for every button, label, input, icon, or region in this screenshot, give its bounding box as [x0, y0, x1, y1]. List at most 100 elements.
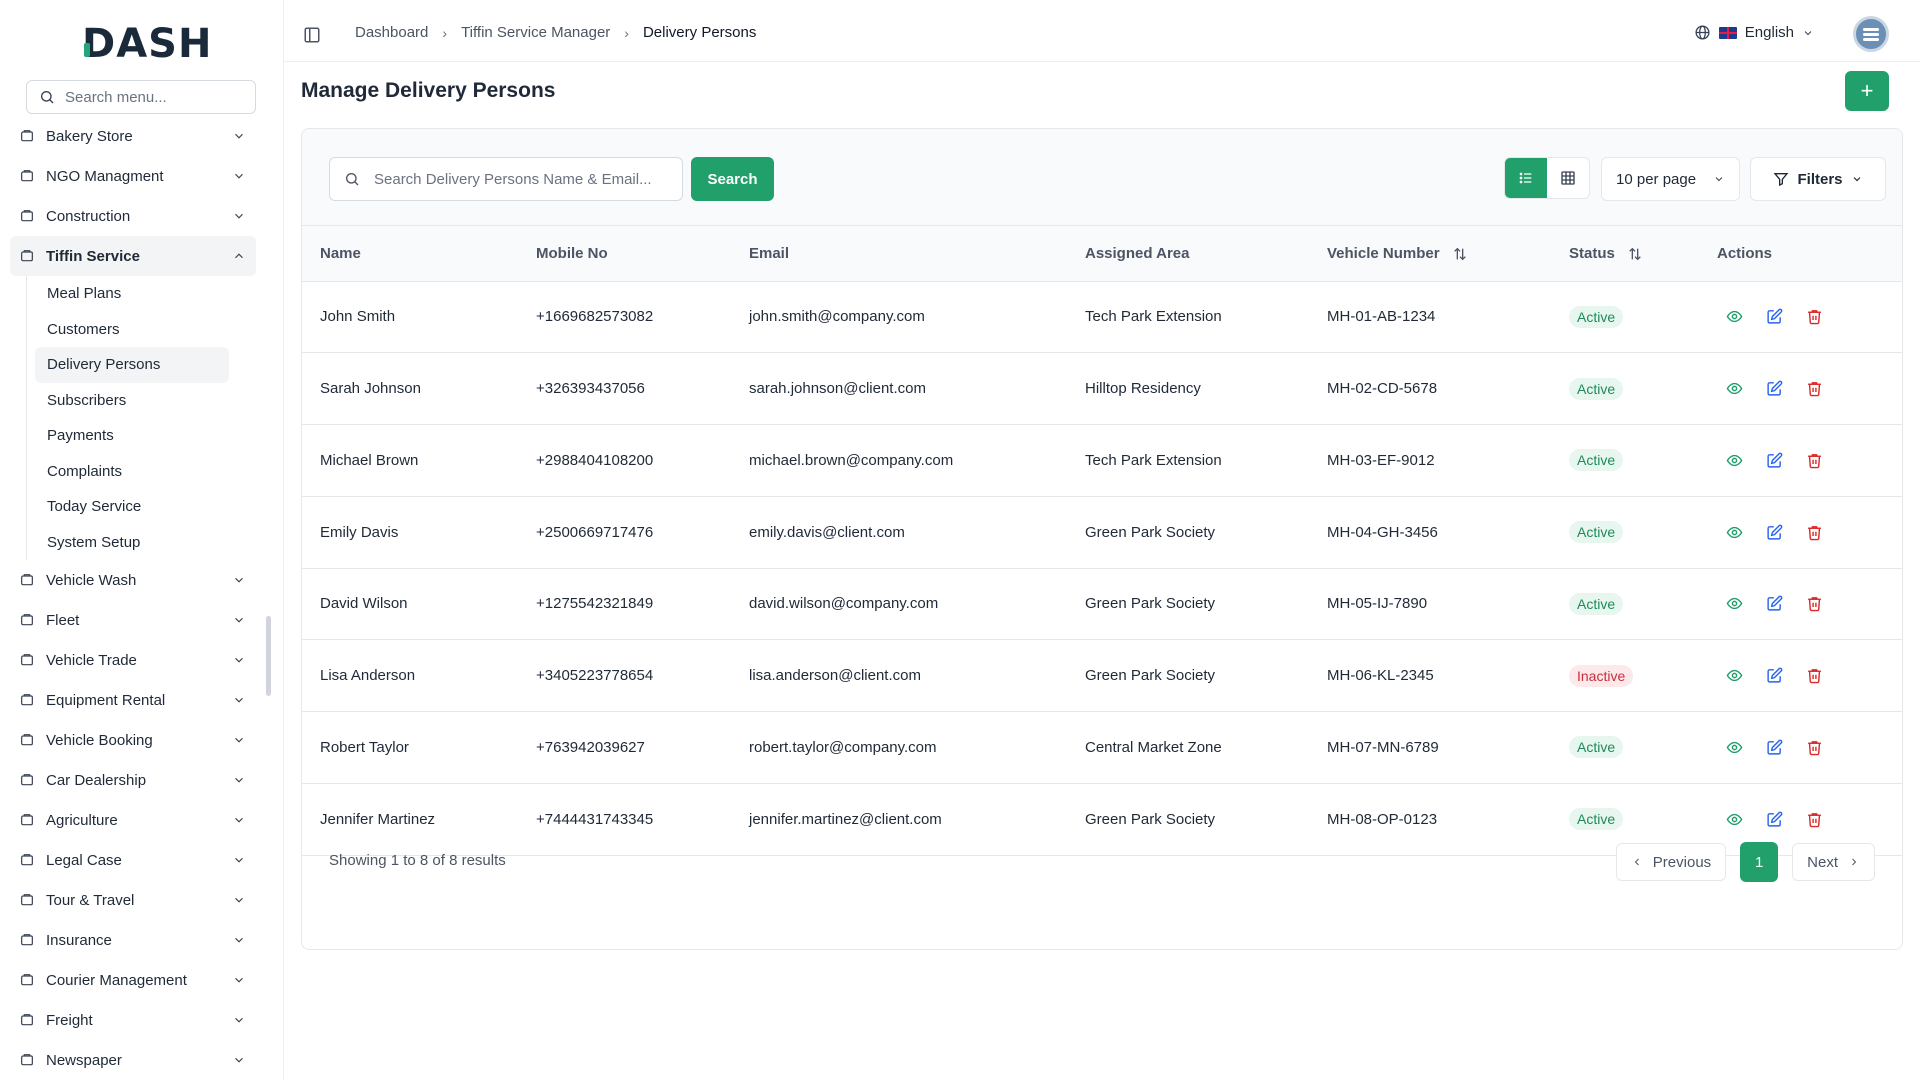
- list-view-button[interactable]: [1505, 158, 1547, 198]
- cell-area: Tech Park Extension: [1085, 451, 1222, 469]
- edit-button[interactable]: [1763, 449, 1785, 471]
- table-search[interactable]: [329, 157, 683, 201]
- delete-button[interactable]: [1803, 378, 1825, 400]
- sidebar-search-input[interactable]: [65, 88, 235, 106]
- sidebar-item-fleet[interactable]: Fleet: [10, 600, 256, 640]
- submenu-item-subscribers[interactable]: Subscribers: [35, 383, 229, 419]
- view-button[interactable]: [1723, 665, 1745, 687]
- breadcrumb-tiffin-service-manager[interactable]: Tiffin Service Manager: [461, 24, 610, 41]
- delete-button[interactable]: [1803, 521, 1825, 543]
- chevron-down-icon: [235, 897, 243, 903]
- column-status[interactable]: Status: [1551, 226, 1699, 281]
- table-search-input[interactable]: [374, 170, 664, 188]
- tiffin-icon: [18, 247, 36, 265]
- sidebar-item-freight[interactable]: Freight: [10, 1000, 256, 1040]
- delete-button[interactable]: [1803, 306, 1825, 328]
- column-status-label: Status: [1569, 244, 1615, 262]
- delete-button[interactable]: [1803, 449, 1825, 471]
- booking-icon: [18, 731, 36, 749]
- sidebar-item-tiffin-service[interactable]: Tiffin Service: [10, 236, 256, 276]
- sidebar-item-tour-travel[interactable]: Tour & Travel: [10, 880, 256, 920]
- sidebar-menu: Bakery Store NGO Managment Construction Tif…: [10, 116, 256, 1080]
- next-button[interactable]: Next: [1792, 843, 1875, 881]
- chevron-right-icon: ›: [442, 24, 448, 41]
- grid-view-button[interactable]: [1547, 158, 1589, 198]
- delete-button[interactable]: [1803, 665, 1825, 687]
- sidebar-item-ngo-managment[interactable]: NGO Managment: [10, 156, 256, 196]
- view-button[interactable]: [1723, 521, 1745, 543]
- column-actions-label: Actions: [1717, 244, 1773, 262]
- chevron-down-icon: [235, 617, 243, 623]
- view-button[interactable]: [1723, 449, 1745, 471]
- sidebar-item-vehicle-booking[interactable]: Vehicle Booking: [10, 720, 256, 760]
- trash-icon: [1807, 741, 1821, 756]
- sidebar-item-label: Fleet: [46, 611, 80, 629]
- submenu-item-meal-plans[interactable]: Meal Plans: [35, 276, 229, 312]
- user-avatar[interactable]: [1853, 16, 1889, 52]
- edit-button[interactable]: [1763, 378, 1785, 400]
- previous-button[interactable]: Previous: [1615, 843, 1727, 881]
- dash-logo[interactable]: DASH: [82, 21, 212, 67]
- view-button[interactable]: [1723, 306, 1745, 328]
- sort-icon[interactable]: [1627, 246, 1643, 262]
- per-page-select[interactable]: 10 per page: [1601, 157, 1740, 201]
- sidebar-item-vehicle-wash[interactable]: Vehicle Wash: [10, 560, 256, 600]
- page-number-button[interactable]: 1: [1740, 842, 1779, 882]
- sort-icon[interactable]: [1452, 246, 1468, 262]
- cell-mobile: +3405223778654: [536, 667, 654, 685]
- sidebar-search[interactable]: [26, 80, 256, 114]
- sidebar-item-equipment-rental[interactable]: Equipment Rental: [10, 680, 256, 720]
- sidebar-item-bakery-store[interactable]: Bakery Store: [10, 116, 256, 156]
- edit-button[interactable]: [1763, 665, 1785, 687]
- edit-button[interactable]: [1763, 593, 1785, 615]
- breadcrumb-dashboard[interactable]: Dashboard: [355, 24, 428, 41]
- sidebar-item-newspaper[interactable]: Newspaper: [10, 1040, 256, 1080]
- view-eye-icon: [1726, 598, 1742, 610]
- page-title: Manage Delivery Persons: [301, 79, 556, 102]
- chevron-down-icon: [1715, 177, 1723, 182]
- sidebar-item-car-dealership[interactable]: Car Dealership: [10, 760, 256, 800]
- cell-name: Michael Brown: [320, 451, 419, 469]
- delete-button[interactable]: [1803, 593, 1825, 615]
- chevron-down-icon: [235, 1057, 243, 1063]
- submenu-item-today-service[interactable]: Today Service: [35, 489, 229, 525]
- sidebar-item-insurance[interactable]: Insurance: [10, 920, 256, 960]
- tractor-icon: [18, 811, 36, 829]
- chevron-down-icon: [235, 777, 243, 783]
- edit-button[interactable]: [1763, 736, 1785, 758]
- add-delivery-person-button[interactable]: +: [1845, 71, 1889, 111]
- submenu-item-payments[interactable]: Payments: [35, 418, 229, 454]
- sidebar-item-vehicle-trade[interactable]: Vehicle Trade: [10, 640, 256, 680]
- submenu-item-delivery-persons[interactable]: Delivery Persons: [35, 347, 229, 383]
- cell-email: sarah.johnson@client.com: [749, 380, 926, 398]
- view-button[interactable]: [1723, 736, 1745, 758]
- edit-button[interactable]: [1763, 306, 1785, 328]
- column-assigned-area: Assigned Area: [1067, 226, 1309, 281]
- submenu-item-system-setup[interactable]: System Setup: [35, 525, 229, 561]
- scrollbar-thumb[interactable]: [266, 616, 271, 696]
- edit-button[interactable]: [1763, 521, 1785, 543]
- cell-status: Active: [1551, 496, 1699, 568]
- sidebar-item-legal-case[interactable]: Legal Case: [10, 840, 256, 880]
- sidebar-item-agriculture[interactable]: Agriculture: [10, 800, 256, 840]
- filters-button[interactable]: Filters: [1750, 157, 1886, 201]
- breadcrumb: Dashboard › Tiffin Service Manager › Del…: [355, 24, 756, 41]
- sidebar-item-construction[interactable]: Construction: [10, 196, 256, 236]
- chevron-down-icon: [1853, 177, 1860, 182]
- submenu-item-complaints[interactable]: Complaints: [35, 454, 229, 490]
- view-button[interactable]: [1723, 593, 1745, 615]
- delete-button[interactable]: [1803, 736, 1825, 758]
- sidebar: DASH Bakery Store NGO Managment Constructi…: [0, 0, 272, 1080]
- column-vehicle-number[interactable]: Vehicle Number: [1309, 226, 1551, 281]
- view-eye-icon: [1726, 454, 1742, 467]
- sidebar-scrollbar[interactable]: [266, 130, 271, 1075]
- cell-vehicle: MH-04-GH-3456: [1327, 523, 1438, 541]
- sidebar-toggle-icon[interactable]: [303, 26, 321, 44]
- sidebar-item-courier-management[interactable]: Courier Management: [10, 960, 256, 1000]
- view-button[interactable]: [1723, 378, 1745, 400]
- submenu-item-customers[interactable]: Customers: [35, 312, 229, 348]
- search-button[interactable]: Search: [691, 157, 774, 201]
- sidebar-item-label: Tiffin Service: [46, 247, 140, 265]
- table-row: Emily Davis +2500669717476 emily.davis@cli…: [302, 496, 1902, 568]
- language-selector[interactable]: English: [1694, 24, 1814, 41]
